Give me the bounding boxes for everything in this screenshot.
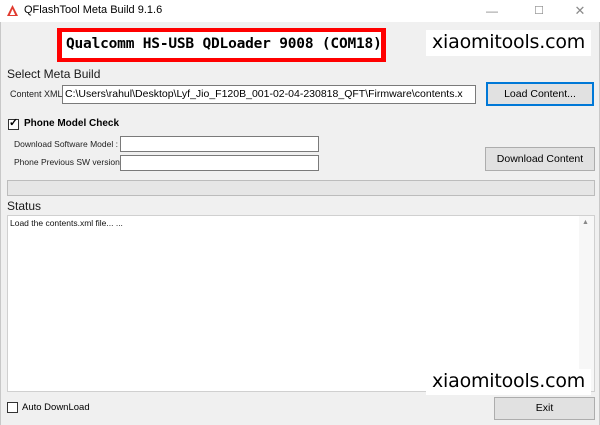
watermark-bottom: xiaomitools.com [426, 369, 592, 395]
phone-model-check-label[interactable]: Phone Model Check [24, 118, 119, 129]
select-meta-build-label: Select Meta Build [7, 67, 101, 81]
status-log-box[interactable] [7, 215, 595, 392]
phone-previous-sw-version-label: Phone Previous SW version [14, 157, 120, 167]
status-label: Status [7, 199, 42, 213]
close-button[interactable]: ✕ [558, 0, 600, 22]
auto-download-label[interactable]: Auto DownLoad [22, 402, 90, 413]
maximize-button[interactable]: ☐ [517, 0, 561, 22]
minimize-button[interactable]: — [470, 0, 514, 22]
load-content-button[interactable]: Load Content... [486, 82, 594, 106]
download-content-button[interactable]: Download Content [485, 147, 595, 171]
window-title: QFlashTool Meta Build 9.1.6 [24, 4, 163, 16]
status-scrollbar[interactable] [579, 216, 594, 391]
download-software-model-field[interactable] [120, 136, 319, 152]
download-software-model-label: Download Software Model : [14, 139, 118, 149]
exit-button[interactable]: Exit [494, 397, 595, 420]
auto-download-checkbox[interactable] [7, 402, 18, 413]
status-log-text: Load the contents.xml file... ... [10, 218, 123, 228]
phone-previous-sw-version-field[interactable] [120, 155, 319, 171]
progress-bar [7, 180, 595, 196]
port-status-text: Qualcomm HS-USB QDLoader 9008 (COM18) [66, 36, 382, 52]
content-xml-field[interactable]: C:\Users\rahul\Desktop\Lyf_Jio_F120B_001… [62, 85, 476, 104]
app-icon [7, 5, 18, 16]
checkmark-icon: ✓ [9, 117, 19, 129]
scroll-up-arrow-icon[interactable]: ▲ [582, 219, 589, 226]
content-xml-label: Content XML [10, 89, 63, 99]
watermark-top: xiaomitools.com [426, 30, 592, 56]
